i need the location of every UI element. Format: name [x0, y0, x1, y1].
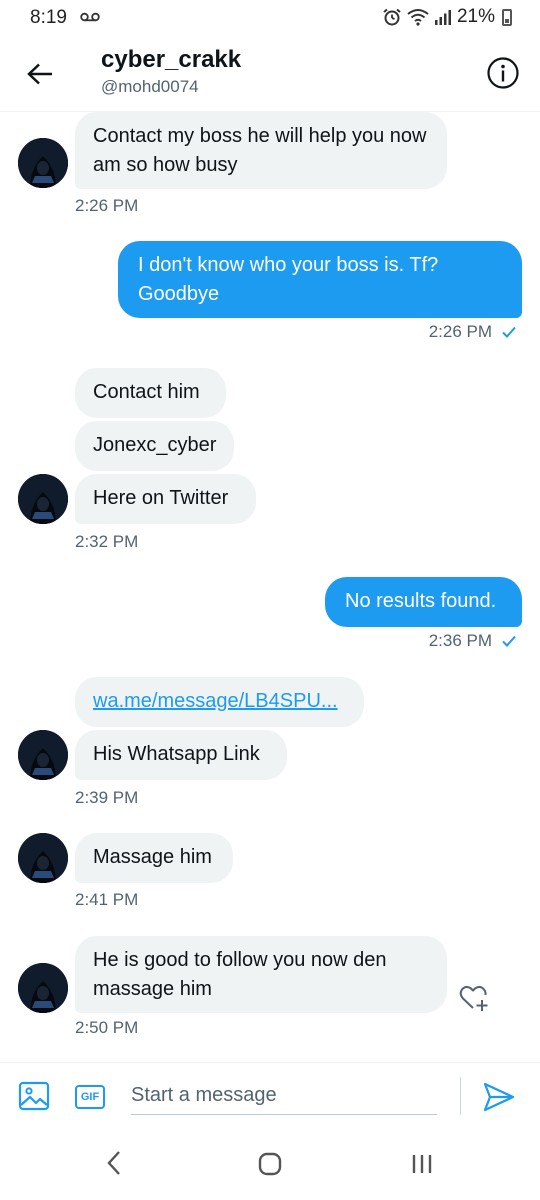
avatar[interactable]: [18, 963, 68, 1013]
incoming-message[interactable]: Jonexc_cyber: [75, 421, 234, 471]
back-button[interactable]: [22, 56, 58, 92]
message-composer: GIF: [0, 1062, 540, 1126]
signal-icon: [434, 10, 451, 25]
wifi-icon: [407, 9, 429, 26]
message-text: Contact my boss he will help you now am …: [93, 125, 427, 176]
read-check-icon: [502, 635, 516, 647]
battery-icon: [502, 8, 512, 26]
nav-back-button[interactable]: [106, 1150, 122, 1181]
contact-handle: @mohd0074: [101, 77, 199, 96]
avatar[interactable]: [18, 833, 68, 883]
incoming-message[interactable]: His Whatsapp Link: [75, 730, 287, 780]
hooded-figure-avatar: [18, 474, 68, 524]
message-text: Jonexc_cyber: [93, 434, 217, 456]
heart-add-icon[interactable]: [457, 980, 493, 1016]
hooded-figure-avatar: [18, 833, 68, 883]
send-icon: [483, 1082, 515, 1112]
hooded-figure-avatar: [18, 138, 68, 188]
alarm-icon: [383, 8, 401, 26]
avatar[interactable]: [18, 730, 68, 780]
status-bar: 8:19 21%: [0, 0, 540, 36]
avatar[interactable]: [18, 474, 68, 524]
incoming-message[interactable]: wa.me/message/LB4SPU...: [75, 677, 364, 727]
composer-divider: [460, 1077, 461, 1115]
info-icon: [487, 57, 519, 89]
incoming-message[interactable]: Contact my boss he will help you now am …: [75, 112, 447, 189]
message-timestamp: 2:26 PM: [75, 196, 139, 215]
message-status: 2:26 PM: [429, 322, 516, 342]
nav-recents-button[interactable]: [410, 1152, 434, 1181]
info-button[interactable]: [486, 56, 522, 92]
hooded-figure-avatar: [18, 730, 68, 780]
gif-button[interactable]: GIF: [75, 1085, 105, 1109]
message-timestamp: 2:50 PM: [75, 1018, 139, 1037]
system-nav-bar: [0, 1130, 540, 1200]
message-timestamp: 2:32 PM: [75, 532, 139, 551]
message-text: Massage him: [93, 846, 212, 868]
incoming-message[interactable]: Here on Twitter: [75, 474, 256, 524]
voicemail-icon: [80, 12, 100, 22]
nav-home-button[interactable]: [258, 1152, 282, 1181]
message-text: No results found.: [345, 590, 497, 612]
contact-name[interactable]: cyber_crakk: [101, 46, 241, 74]
image-icon: [18, 1081, 50, 1111]
hooded-figure-avatar: [18, 963, 68, 1013]
outgoing-message[interactable]: No results found.: [325, 577, 522, 627]
message-timestamp: 2:41 PM: [75, 890, 139, 909]
nav-recents-icon: [412, 1155, 432, 1173]
whatsapp-link[interactable]: wa.me/message/LB4SPU...: [93, 690, 338, 712]
incoming-message[interactable]: Contact him: [75, 368, 226, 418]
message-text: I don't know who your boss is. Tf? Goodb…: [138, 254, 439, 305]
status-indicators: 21%: [382, 6, 512, 28]
add-photo-button[interactable]: [18, 1080, 50, 1112]
incoming-message[interactable]: Massage him: [75, 833, 233, 883]
nav-back-icon: [107, 1151, 120, 1175]
send-button[interactable]: [482, 1081, 516, 1113]
incoming-message[interactable]: He is good to follow you now den massage…: [75, 936, 447, 1013]
message-text: Contact him: [93, 381, 200, 403]
message-input[interactable]: [131, 1077, 437, 1115]
battery-percentage: 21%: [456, 6, 495, 27]
message-text: He is good to follow you now den massage…: [93, 949, 387, 1000]
avatar[interactable]: [18, 138, 68, 188]
nav-home-icon: [258, 1152, 282, 1176]
message-text: His Whatsapp Link: [93, 743, 260, 765]
message-timestamp: 2:36 PM: [428, 631, 492, 650]
message-timestamp: 2:26 PM: [428, 322, 492, 341]
back-arrow-icon: [27, 63, 52, 85]
message-list[interactable]: Contact my boss he will help you now am …: [0, 112, 540, 1060]
message-status: 2:36 PM: [429, 631, 516, 651]
gif-icon: GIF: [80, 1091, 100, 1103]
conversation-header: cyber_crakk @mohd0074: [0, 36, 540, 112]
message-timestamp: 2:39 PM: [75, 788, 139, 807]
read-check-icon: [502, 326, 516, 338]
message-text: Here on Twitter: [93, 487, 229, 509]
outgoing-message[interactable]: I don't know who your boss is. Tf? Goodb…: [118, 241, 522, 318]
status-time: 8:19: [30, 7, 67, 28]
